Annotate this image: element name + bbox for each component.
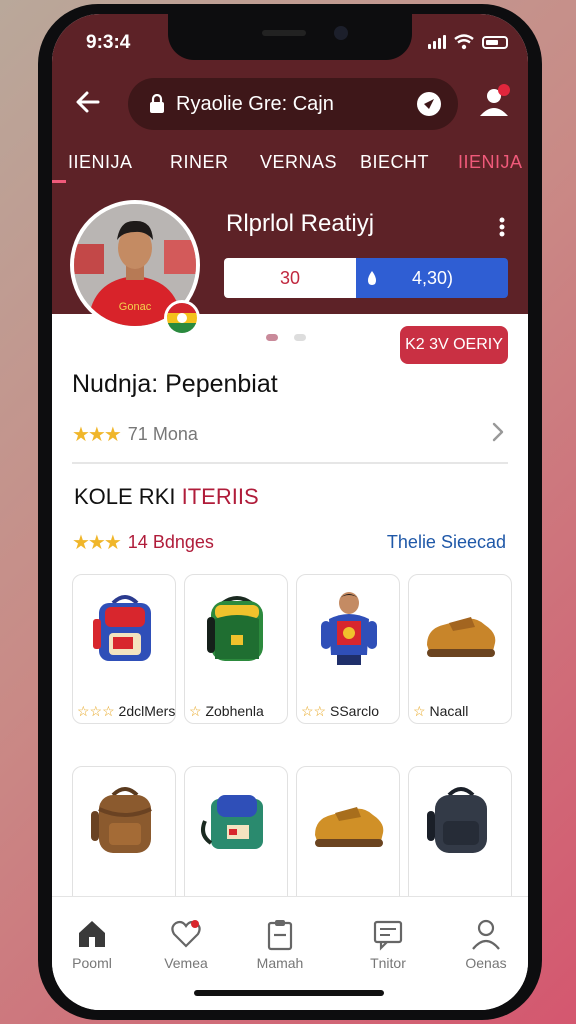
category-title: KOLE RKI ITERIIS <box>74 484 259 510</box>
search-bar[interactable]: Ryaolie Gre: Cajn <box>128 78 458 130</box>
tab-5[interactable]: IIENIJA <box>458 152 523 173</box>
player-figure-icon <box>321 592 377 665</box>
back-arrow-icon[interactable] <box>72 86 104 118</box>
player-name: Rlprlol Reatiyj <box>226 210 375 237</box>
tab-indicator <box>52 180 66 183</box>
product-label: ☆☆ SSarclo <box>301 703 380 719</box>
heart-icon <box>171 920 201 948</box>
bag-teal-icon <box>201 795 263 849</box>
product-card[interactable]: ☆☆ SSarclo <box>296 574 400 724</box>
nav-favorites[interactable]: Vemea <box>146 917 226 971</box>
backpack-brown-icon <box>91 787 152 853</box>
status-icons <box>428 34 508 50</box>
tab-4[interactable]: BIECHT <box>360 152 429 173</box>
product-card[interactable]: ☆ Zobhenla <box>184 574 288 724</box>
wifi-icon <box>454 34 474 50</box>
compass-icon[interactable] <box>416 91 442 117</box>
tab-3[interactable]: VERNAS <box>260 152 337 173</box>
rating-stars: ★★★ <box>72 424 122 446</box>
category-title-main: KOLE RKI <box>74 484 176 509</box>
backpack-green-icon <box>207 596 263 661</box>
jersey-text: Gonac <box>119 301 152 313</box>
shoe-brown-icon <box>427 617 496 657</box>
more-options-icon[interactable] <box>492 214 512 240</box>
section-rating[interactable]: ★★★ 71 Mona <box>72 422 198 447</box>
chat-icon <box>373 920 403 951</box>
stat-bar: 30 4,30) <box>224 258 508 298</box>
stat-right: 4,30) <box>356 258 508 298</box>
category-rating: ★★★ 14 Bdnges <box>72 530 214 555</box>
home-icon <box>79 921 105 947</box>
clipboard-icon <box>267 920 293 951</box>
chevron-right-icon[interactable] <box>488 420 508 444</box>
category-stars: ★★★ <box>72 532 122 554</box>
home-indicator <box>194 990 384 996</box>
section-title: Nudnja: Pepenbiat <box>72 370 278 398</box>
cta-button[interactable]: K2 3V OERIY <box>400 326 508 364</box>
product-label: ☆ Nacall <box>413 703 469 719</box>
tab-1[interactable]: IIENIJA <box>68 152 133 173</box>
backpack-blue-icon <box>93 595 151 661</box>
flag-icon <box>167 303 197 333</box>
status-time: 9:3:4 <box>86 32 131 53</box>
lock-icon <box>150 94 164 113</box>
rating-text: 71 Mona <box>127 424 198 444</box>
product-card[interactable] <box>72 766 176 916</box>
divider <box>72 462 508 464</box>
user-icon <box>472 919 500 950</box>
category-title-highlight: ITERIIS <box>181 484 259 509</box>
drop-icon <box>368 271 376 285</box>
nav-home[interactable]: Pooml <box>52 917 132 971</box>
stat-left-value: 30 <box>224 258 356 298</box>
tab-bar: IIENIJA RINER VERNAS BIECHT IIENIJA <box>52 148 528 188</box>
product-card[interactable] <box>296 766 400 916</box>
category-rating-text: 14 Bdnges <box>127 532 214 552</box>
see-all-link[interactable]: Thelie Sieecad <box>387 532 506 553</box>
notification-dot <box>498 84 510 96</box>
signal-icon <box>428 35 446 49</box>
product-card[interactable]: ☆ Nacall <box>408 574 512 724</box>
nav-profile[interactable]: Oenas <box>446 917 526 971</box>
stat-right-value: 4,30) <box>412 267 454 288</box>
flag-badge <box>164 300 200 336</box>
profile-button[interactable] <box>474 82 514 122</box>
nav-clipboard[interactable]: Mamah <box>240 917 320 971</box>
backpack-dark-icon <box>427 787 487 853</box>
tab-2[interactable]: RINER <box>170 152 229 173</box>
product-card[interactable] <box>184 766 288 916</box>
product-label: ☆☆☆ 2dclMers <box>77 703 176 719</box>
carousel-dots <box>266 334 306 341</box>
shoe-mustard-icon <box>315 807 384 847</box>
notch <box>168 14 412 60</box>
product-label: ☆ Zobhenla <box>189 703 264 719</box>
product-card[interactable]: ☆☆☆ 2dclMers <box>72 574 176 724</box>
app-screen: 9:3:4 Ryaolie Gre: Cajn IIENIJA RINER VE… <box>52 14 528 1010</box>
product-card[interactable] <box>408 766 512 916</box>
search-text: Ryaolie Gre: Cajn <box>176 92 334 115</box>
nav-messages[interactable]: Tnitor <box>348 917 428 971</box>
battery-icon <box>482 35 508 49</box>
